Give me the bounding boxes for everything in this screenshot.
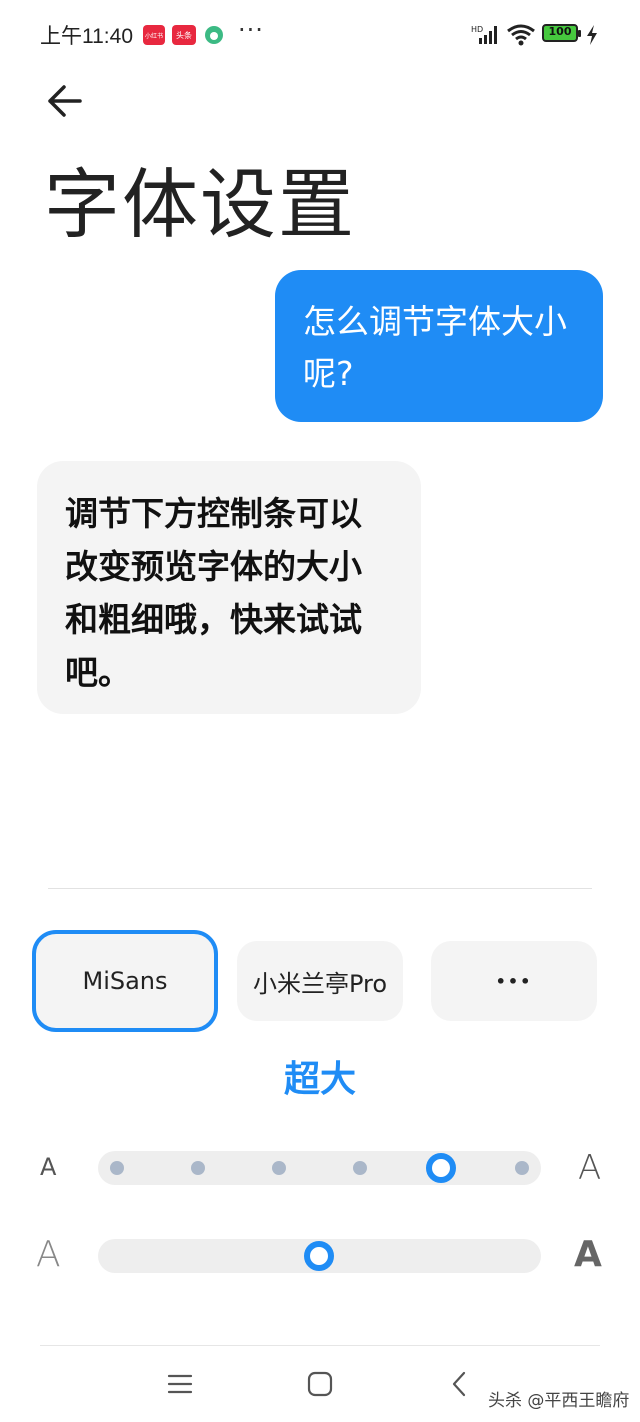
- small-size-icon: A: [40, 1153, 57, 1181]
- back-button[interactable]: [40, 78, 90, 124]
- size-slider-thumb[interactable]: [426, 1153, 456, 1183]
- toutiao-app-icon: 头条: [172, 25, 196, 45]
- light-weight-icon: A: [36, 1234, 61, 1275]
- font-option-label: 小米兰亭Pro: [252, 969, 388, 998]
- back-nav-icon: [452, 1371, 466, 1397]
- xiaohongshu-app-icon: 小红书: [143, 25, 165, 45]
- section-divider: [48, 888, 592, 889]
- font-option-milanting-pro[interactable]: 小米兰亭Pro: [237, 941, 403, 1021]
- font-size-label: 超大: [283, 1059, 356, 1100]
- wifi-icon: [506, 24, 536, 50]
- back-nav-button[interactable]: [448, 1370, 472, 1398]
- watermark-text: 头杀 @平西王瞻府: [488, 1391, 630, 1411]
- answer-bubble: 调节下方控制条可以改变预览字体的大小和粗细哦，快来试试吧。: [37, 461, 421, 714]
- more-notifications-icon: ···: [238, 16, 264, 44]
- menu-icon: [167, 1374, 193, 1394]
- large-size-icon: A: [578, 1148, 602, 1188]
- font-option-label: MiSans: [82, 967, 168, 995]
- home-icon: [307, 1371, 333, 1397]
- menu-nav-button[interactable]: [166, 1370, 194, 1398]
- size-step-dot[interactable]: [272, 1161, 286, 1175]
- size-step-dot[interactable]: [191, 1161, 205, 1175]
- more-icon: •••: [495, 971, 533, 991]
- app-notification-icon: [204, 25, 224, 45]
- question-bubble: 怎么调节字体大小呢?: [275, 270, 603, 422]
- bottom-divider: [40, 1345, 600, 1346]
- home-nav-button[interactable]: [306, 1370, 334, 1398]
- weight-slider-thumb[interactable]: [304, 1241, 334, 1271]
- bold-weight-icon: A: [574, 1234, 602, 1275]
- size-step-dot[interactable]: [110, 1161, 124, 1175]
- charging-icon: [586, 25, 598, 49]
- page-title: 字体设置: [44, 160, 356, 249]
- font-option-misans[interactable]: MiSans: [32, 930, 218, 1032]
- battery-level: 100: [548, 25, 572, 38]
- battery-icon: 100: [542, 24, 582, 44]
- back-arrow-icon: [48, 85, 82, 117]
- network-type-label: HD: [471, 25, 483, 34]
- size-step-dot[interactable]: [353, 1161, 367, 1175]
- status-time: 上午11:40: [40, 25, 133, 48]
- more-fonts-button[interactable]: •••: [431, 941, 597, 1021]
- font-size-slider[interactable]: [98, 1151, 541, 1185]
- cellular-signal-icon: HD: [471, 24, 501, 50]
- font-weight-slider[interactable]: [98, 1239, 541, 1273]
- size-step-dot[interactable]: [515, 1161, 529, 1175]
